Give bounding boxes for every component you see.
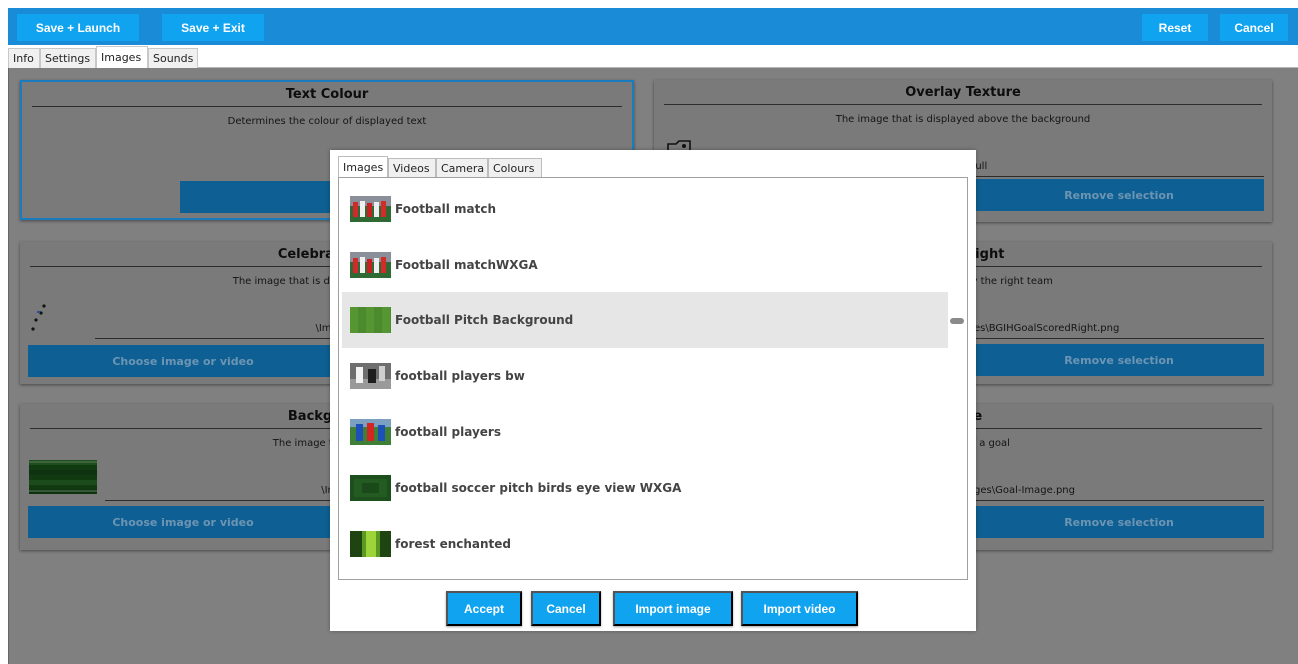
accept-button[interactable]: Accept bbox=[446, 591, 522, 626]
background-thumbnail bbox=[29, 460, 97, 494]
list-scrollbar-thumb[interactable] bbox=[950, 318, 964, 324]
item-label: football players bbox=[395, 425, 501, 439]
football-match-thumbnail bbox=[350, 196, 391, 222]
main-tabs: Info Settings Images Sounds bbox=[8, 46, 1298, 68]
remove-selection-button[interactable]: Remove selection bbox=[974, 179, 1264, 211]
dialog-tab-videos[interactable]: Videos bbox=[388, 158, 436, 177]
list-item[interactable]: football soccer pitch birds eye view WXG… bbox=[342, 460, 948, 516]
football-match-wxga-thumbnail bbox=[350, 252, 391, 278]
selected-path: es\BGIHGoalScoredRight.png bbox=[974, 323, 1264, 339]
media-picker-dialog: Images Videos Camera Colours Football ma… bbox=[330, 150, 976, 631]
selected-path: ges\Goal-Image.png bbox=[974, 485, 1264, 501]
reset-button[interactable]: Reset bbox=[1142, 14, 1208, 41]
list-item[interactable]: forest enchanted bbox=[342, 516, 948, 572]
card-description: Determines the colour of displayed text bbox=[227, 116, 427, 127]
tab-images[interactable]: Images bbox=[96, 46, 148, 68]
selected-path: null bbox=[969, 161, 1264, 177]
item-label: Football matchWXGA bbox=[395, 258, 538, 272]
import-video-button[interactable]: Import video bbox=[741, 591, 858, 626]
celebration-thumbnail bbox=[28, 302, 54, 334]
card-title: Text Colour bbox=[32, 87, 622, 107]
dialog-cancel-button[interactable]: Cancel bbox=[531, 591, 601, 626]
list-item[interactable]: football players bbox=[342, 404, 948, 460]
dialog-tab-images[interactable]: Images bbox=[338, 156, 388, 177]
list-item[interactable]: Football matchWXGA bbox=[342, 237, 948, 293]
choose-image-or-video-button[interactable]: Choose image or video bbox=[28, 345, 338, 377]
remove-selection-button[interactable]: Remove selection bbox=[974, 506, 1264, 538]
tab-info[interactable]: Info bbox=[8, 48, 40, 68]
remove-selection-button[interactable]: Remove selection bbox=[974, 344, 1264, 376]
import-image-button[interactable]: Import image bbox=[613, 591, 733, 626]
item-label: forest enchanted bbox=[395, 537, 512, 551]
football-players-thumbnail bbox=[350, 419, 391, 445]
football-pitch-thumbnail bbox=[350, 307, 391, 333]
item-label: Football Pitch Background bbox=[395, 313, 574, 327]
top-toolbar: Save + Launch Save + Exit Reset Cancel bbox=[8, 8, 1298, 45]
dialog-tab-camera[interactable]: Camera bbox=[436, 158, 488, 177]
cancel-button[interactable]: Cancel bbox=[1220, 14, 1288, 41]
item-label: football players bw bbox=[395, 369, 525, 383]
card-title: Overlay Texture bbox=[664, 85, 1262, 105]
save-launch-button[interactable]: Save + Launch bbox=[17, 14, 139, 41]
football-players-bw-thumbnail bbox=[350, 363, 391, 389]
choose-colour-button[interactable] bbox=[180, 181, 340, 213]
list-item-selected[interactable]: Football Pitch Background bbox=[342, 292, 948, 348]
forest-enchanted-thumbnail bbox=[350, 531, 391, 557]
dialog-tab-colours[interactable]: Colours bbox=[488, 158, 542, 177]
tab-settings[interactable]: Settings bbox=[40, 48, 96, 68]
list-item[interactable]: football players bw bbox=[342, 348, 948, 404]
image-list[interactable]: Football match Football matchWXGA Footba… bbox=[338, 177, 968, 580]
list-item[interactable]: Football match bbox=[342, 181, 948, 237]
item-label: football soccer pitch birds eye view WXG… bbox=[395, 481, 682, 495]
app-window: Save + Launch Save + Exit Reset Cancel I… bbox=[0, 0, 1298, 664]
choose-image-or-video-button[interactable]: Choose image or video bbox=[28, 506, 338, 538]
save-exit-button[interactable]: Save + Exit bbox=[162, 14, 264, 41]
football-soccer-pitch-thumbnail bbox=[350, 475, 391, 501]
item-label: Football match bbox=[395, 202, 497, 216]
card-description: The image that is displayed above the ba… bbox=[835, 114, 1091, 125]
tab-sounds[interactable]: Sounds bbox=[148, 48, 198, 68]
